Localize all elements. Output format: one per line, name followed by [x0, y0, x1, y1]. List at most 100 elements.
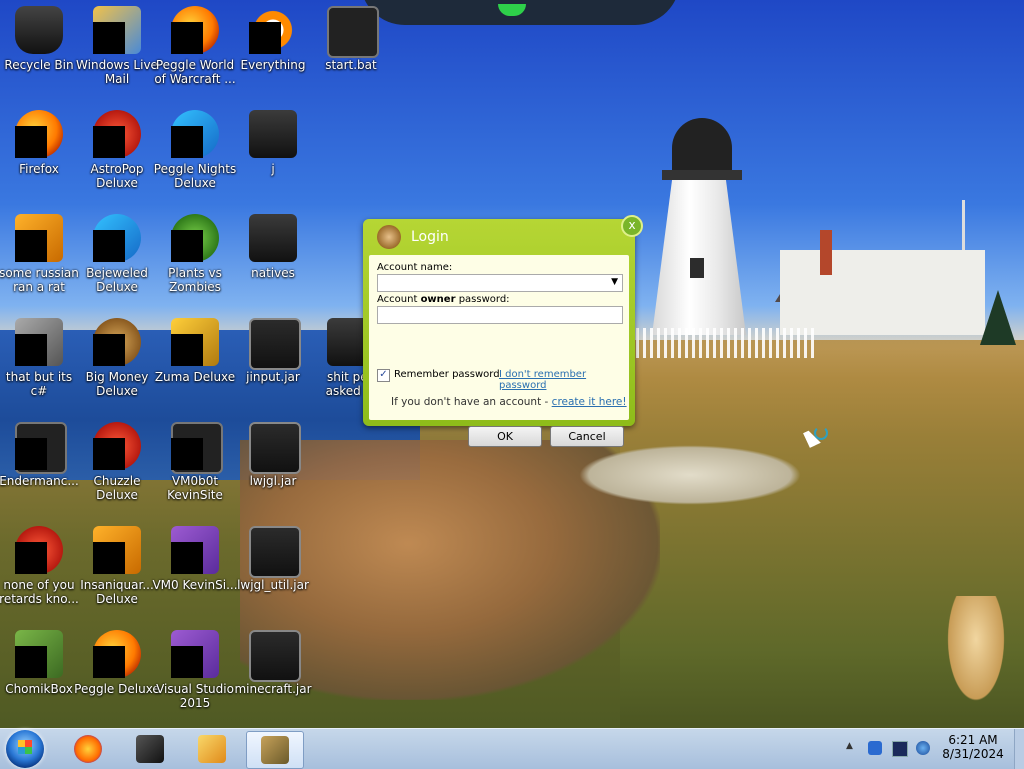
lighthouse-lantern	[672, 118, 732, 178]
password-label-pre: Account	[377, 294, 421, 305]
remember-password-checkbox[interactable]: ✓	[377, 369, 390, 382]
desktop-icon-minecraft-jar[interactable]: minecraft.jar	[234, 624, 312, 720]
jar-file-icon	[249, 630, 301, 682]
redaction-box	[15, 126, 47, 158]
forgot-password-link[interactable]: I don't remember password	[499, 369, 629, 391]
close-icon[interactable]: x	[621, 215, 643, 237]
desktop-icon-label: Visual Studio 2015	[156, 682, 234, 710]
tray-expand-icon[interactable]: ▲	[846, 741, 860, 755]
desktop-icon-label: Windows Live Mail	[76, 58, 158, 86]
taskbar-media-player[interactable]	[184, 731, 240, 767]
desktop-icon-vm0[interactable]: VM0 KevinSi...	[152, 520, 238, 616]
desktop-icon-label: Bejeweled Deluxe	[86, 266, 148, 294]
create-account-link[interactable]: create it here!	[552, 396, 627, 408]
desktop-icon-peggle-deluxe[interactable]: Peggle Deluxe	[74, 624, 160, 720]
desktop-icon-none-of-you[interactable]: none of you retards kno...	[0, 520, 79, 616]
desktop-icon-label: Everything	[240, 58, 306, 72]
taskbar-console[interactable]	[122, 731, 178, 767]
desktop-icon-vm0b0t[interactable]: VM0b0t KevinSite	[156, 416, 234, 512]
tray-app-icon[interactable]	[868, 741, 882, 755]
desktop-icon-label: j	[271, 162, 275, 176]
no-account-text: If you don't have an account - create it…	[391, 396, 627, 408]
network-icon[interactable]	[892, 741, 908, 757]
desktop-icon-endermanc[interactable]: Endermanc...	[0, 416, 79, 512]
fence	[636, 328, 816, 358]
taskbar-chomikbox[interactable]	[246, 731, 304, 769]
desktop-icon-chomikbox[interactable]: ChomikBox	[0, 624, 78, 720]
console-icon	[136, 735, 164, 763]
redaction-box	[15, 334, 47, 366]
desktop-icon-peggle-nights[interactable]: Peggle Nights Deluxe	[154, 104, 236, 200]
desktop-icon-astropop[interactable]: AstroPop Deluxe	[78, 104, 156, 200]
desktop-icon-big-money[interactable]: Big Money Deluxe	[78, 312, 156, 408]
redaction-box	[93, 542, 125, 574]
windows-logo-icon	[18, 740, 32, 754]
ok-button[interactable]: OK	[468, 426, 542, 447]
desktop-icon-everything[interactable]: Everything	[234, 0, 312, 96]
busy-indicator-icon	[814, 426, 828, 440]
desktop-icon-firefox[interactable]: Firefox	[0, 104, 78, 200]
cancel-button[interactable]: Cancel	[550, 426, 624, 447]
desktop-icon-bejeweled[interactable]: Bejeweled Deluxe	[78, 208, 156, 304]
jar-file-icon	[249, 526, 301, 578]
desktop-icon-zuma[interactable]: Zuma Deluxe	[155, 312, 235, 408]
hamster-mascot	[946, 596, 1006, 704]
desktop-icon-windows-live-mail[interactable]: Windows Live Mail	[76, 0, 158, 96]
jar-file-icon	[249, 422, 301, 474]
desktop-icon-label: jinput.jar	[246, 370, 300, 384]
desktop-icon-some-russian[interactable]: some russian ran a rat	[0, 208, 79, 304]
volume-icon[interactable]	[916, 741, 930, 755]
desktop-icon-j[interactable]: j	[234, 104, 312, 200]
folder-icon	[249, 110, 297, 158]
start-button[interactable]	[6, 730, 44, 768]
show-desktop-button[interactable]	[1014, 729, 1024, 769]
password-label-bold: owner	[420, 294, 456, 305]
hamster-icon	[377, 225, 401, 249]
desktop-icon-lwjgl-util-jar[interactable]: lwjgl_util.jar	[234, 520, 312, 616]
redaction-box	[171, 646, 203, 678]
lighthouse-rail	[662, 170, 742, 180]
folder-icon	[249, 214, 297, 262]
desktop-icon-visual-studio[interactable]: Visual Studio 2015	[156, 624, 234, 720]
system-clock[interactable]: 6:21 AM 8/31/2024	[936, 733, 1010, 761]
desktop-icon-chuzzle[interactable]: Chuzzle Deluxe	[78, 416, 156, 512]
desktop-icon-label: Insaniquar... Deluxe	[80, 578, 154, 606]
rocks-background	[560, 440, 820, 510]
redaction-box	[171, 22, 203, 54]
redaction-box	[15, 230, 47, 262]
desktop-icon-start-bat[interactable]: start.bat	[312, 0, 390, 96]
taskbar: ▲ 6:21 AM 8/31/2024	[0, 728, 1024, 769]
taskbar-firefox[interactable]	[60, 731, 116, 767]
login-body: Account name: ▼ Account owner password: …	[369, 255, 629, 447]
desktop-icon-label: that but its c#	[5, 370, 73, 398]
house	[780, 250, 985, 335]
desktop-icon-plants-vs-zombies[interactable]: Plants vs Zombies	[156, 208, 234, 304]
tree	[980, 290, 1016, 345]
desktop-icon-recycle-bin[interactable]: Recycle Bin	[0, 0, 78, 96]
account-name-label: Account name:	[377, 262, 453, 273]
login-title: Login	[411, 229, 449, 245]
desktop-icon-jinput-jar[interactable]: jinput.jar	[234, 312, 312, 408]
desktop-icon-lwjgl-jar[interactable]: lwjgl.jar	[234, 416, 312, 512]
desktop-icon-that-but-csharp[interactable]: that but its c#	[0, 312, 78, 408]
redaction-box	[171, 438, 203, 470]
lighthouse-window	[690, 258, 704, 278]
desktop-icon-label: Endermanc...	[0, 474, 79, 488]
password-field[interactable]	[377, 306, 623, 324]
desktop-icon-label: Zuma Deluxe	[154, 370, 236, 384]
redaction-box	[171, 126, 203, 158]
redaction-box	[171, 334, 203, 366]
desktop-icon-natives[interactable]: natives	[234, 208, 312, 304]
desktop-icon-insaniquarium[interactable]: Insaniquar... Deluxe	[78, 520, 156, 616]
account-name-field[interactable]: ▼	[377, 274, 623, 292]
desktop-icon-label: Peggle World of Warcraft ...	[154, 58, 236, 86]
desktop-icon-label: AstroPop Deluxe	[90, 162, 144, 190]
desktop-icon-label: Big Money Deluxe	[85, 370, 149, 398]
desktop-icon-label: Chuzzle Deluxe	[93, 474, 141, 502]
desktop-icon-label: none of you retards kno...	[0, 578, 79, 606]
login-dialog: Login x Account name: ▼ Account owner pa…	[363, 215, 643, 447]
dropdown-arrow-icon[interactable]: ▼	[611, 277, 618, 287]
desktop-icon-peggle-wow[interactable]: Peggle World of Warcraft ...	[154, 0, 236, 96]
desktop-icon-label: Firefox	[19, 162, 59, 176]
desktop-icon-label: lwjgl_util.jar	[237, 578, 309, 592]
